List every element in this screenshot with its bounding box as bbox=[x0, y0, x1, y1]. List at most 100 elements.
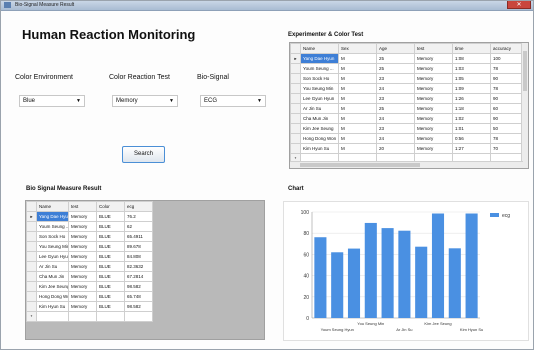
row-header[interactable]: * bbox=[26, 311, 37, 322]
table-row[interactable]: Hong Dong Won M 24 Memory 0:56 78 bbox=[290, 133, 524, 144]
close-button[interactable]: ✕ bbox=[507, 1, 531, 9]
table-cell[interactable]: Memory bbox=[68, 221, 97, 232]
table-cell[interactable]: Yang Dae Hyun bbox=[36, 211, 69, 222]
table-row[interactable]: Kim Hyun Su M 20 Memory 1:27 70 bbox=[290, 143, 524, 154]
table-cell[interactable]: Kim Hyun Su bbox=[300, 143, 339, 154]
table-cell[interactable]: M bbox=[338, 123, 377, 134]
experimenter-grid[interactable]: Name Sex Age test time accuracy ▸ Yang Dae Hyu… bbox=[289, 42, 529, 169]
table-cell[interactable]: BLUE bbox=[96, 231, 125, 242]
table-cell[interactable]: Youm Seung ... bbox=[300, 63, 339, 74]
row-header[interactable] bbox=[26, 241, 37, 252]
table-row[interactable]: Cha Mun Jin M 24 Memory 1:02 90 bbox=[290, 113, 524, 124]
table-cell[interactable]: Memory bbox=[414, 63, 453, 74]
table-cell[interactable]: 60 bbox=[490, 103, 524, 114]
column-header[interactable]: Sex bbox=[338, 43, 377, 54]
table-cell[interactable]: You Seung Min bbox=[36, 241, 69, 252]
table-cell[interactable]: 1:27 bbox=[452, 143, 491, 154]
table-cell[interactable]: 25 bbox=[376, 53, 415, 64]
table-cell[interactable]: Memory bbox=[68, 261, 97, 272]
table-cell[interactable]: Memory bbox=[68, 271, 97, 282]
row-header[interactable] bbox=[290, 143, 301, 154]
table-cell[interactable]: 23 bbox=[376, 93, 415, 104]
table-cell[interactable]: M bbox=[338, 83, 377, 94]
column-header[interactable]: Color bbox=[96, 201, 125, 212]
table-cell[interactable]: Kim Hyun Su bbox=[36, 301, 69, 312]
table-cell[interactable]: Memory bbox=[414, 133, 453, 144]
table-cell[interactable]: 23 bbox=[376, 123, 415, 134]
table-cell[interactable] bbox=[124, 311, 153, 322]
table-cell[interactable]: 0:56 bbox=[452, 133, 491, 144]
table-cell[interactable]: M bbox=[338, 103, 377, 114]
table-cell[interactable] bbox=[68, 311, 97, 322]
table-cell[interactable]: 70 bbox=[490, 143, 524, 154]
table-cell[interactable]: Memory bbox=[414, 123, 453, 134]
row-header[interactable] bbox=[26, 281, 37, 292]
column-header[interactable]: time bbox=[452, 43, 491, 54]
table-cell[interactable]: BLUE bbox=[96, 271, 125, 282]
row-header[interactable] bbox=[290, 73, 301, 84]
table-cell[interactable]: Memory bbox=[68, 251, 97, 262]
column-header[interactable]: Name bbox=[36, 201, 69, 212]
table-row[interactable]: You Seung Min Memory BLUE 89.678 bbox=[26, 241, 153, 252]
table-cell[interactable]: Memory bbox=[414, 83, 453, 94]
table-cell[interactable] bbox=[96, 311, 125, 322]
table-cell[interactable]: 1:09 bbox=[452, 83, 491, 94]
table-row[interactable]: Youm Seung ... M 25 Memory 1:03 78 bbox=[290, 63, 524, 74]
table-cell[interactable]: Yang Dae Hyun bbox=[300, 53, 339, 64]
table-cell[interactable]: BLUE bbox=[96, 261, 125, 272]
table-row[interactable]: Hong Dong WonMemoryBLUE65.748 bbox=[26, 291, 153, 302]
table-cell[interactable]: 24 bbox=[376, 83, 415, 94]
row-header[interactable] bbox=[26, 261, 37, 272]
table-cell[interactable]: M bbox=[338, 93, 377, 104]
table-row[interactable]: Ar Jin Su Memory BLUE 82.3632 bbox=[26, 261, 153, 272]
table-cell[interactable]: 1:08 bbox=[452, 53, 491, 64]
search-button[interactable]: Search bbox=[122, 146, 165, 163]
table-cell[interactable]: You Seung Min bbox=[300, 83, 339, 94]
column-header[interactable]: accuracy bbox=[490, 43, 524, 54]
table-cell[interactable]: 65.748 bbox=[124, 291, 153, 302]
table-cell[interactable]: BLUE bbox=[96, 281, 125, 292]
table-cell[interactable]: 98.582 bbox=[124, 281, 153, 292]
experimenter-horizontal-scrollbar[interactable] bbox=[290, 161, 523, 168]
table-cell[interactable]: BLUE bbox=[96, 291, 125, 302]
table-cell[interactable]: 20 bbox=[376, 143, 415, 154]
table-cell[interactable]: M bbox=[338, 53, 377, 64]
table-cell[interactable]: 78 bbox=[490, 133, 524, 144]
color-environment-select[interactable]: Blue ▼ bbox=[19, 95, 85, 107]
table-row[interactable]: Kim Hyun Su Memory BLUE 98.582 bbox=[26, 301, 153, 312]
column-header[interactable]: test bbox=[414, 43, 453, 54]
table-cell[interactable]: Memory bbox=[68, 241, 97, 252]
table-row[interactable]: You Seung Min M 24 Memory 1:09 78 bbox=[290, 83, 524, 94]
table-cell[interactable]: Lee Gyun Hyun bbox=[36, 251, 69, 262]
table-cell[interactable]: Memory bbox=[68, 211, 97, 222]
table-cell[interactable]: 65.4911 bbox=[124, 231, 153, 242]
row-header[interactable] bbox=[26, 271, 37, 282]
table-cell[interactable]: 67.2814 bbox=[124, 271, 153, 282]
row-header[interactable]: ▸ bbox=[26, 211, 37, 222]
table-cell[interactable]: BLUE bbox=[96, 251, 125, 262]
table-cell[interactable]: 23 bbox=[376, 73, 415, 84]
row-header[interactable] bbox=[26, 291, 37, 302]
table-cell[interactable]: Son Sock Ho bbox=[36, 231, 69, 242]
table-cell[interactable]: 24 bbox=[376, 133, 415, 144]
row-header[interactable] bbox=[290, 133, 301, 144]
table-row[interactable]: Kim Jee Seung Memory BLUE 98.582 bbox=[26, 281, 153, 292]
table-cell[interactable]: Lee Gyun Hyun bbox=[300, 93, 339, 104]
table-cell[interactable]: M bbox=[338, 133, 377, 144]
table-cell[interactable]: 1:02 bbox=[452, 113, 491, 124]
column-header[interactable]: test bbox=[68, 201, 97, 212]
row-header[interactable] bbox=[26, 221, 37, 232]
table-cell[interactable]: 78 bbox=[490, 83, 524, 94]
table-cell[interactable]: 84.808 bbox=[124, 251, 153, 262]
table-cell[interactable]: Ar Jin Su bbox=[36, 261, 69, 272]
table-row[interactable]: Youm Seung ... Memory BLUE 62 bbox=[26, 221, 153, 232]
table-cell[interactable]: Cha Mun Jin bbox=[36, 271, 69, 282]
table-row[interactable]: * bbox=[26, 311, 153, 322]
table-cell[interactable]: 1:26 bbox=[452, 93, 491, 104]
table-row[interactable]: Lee Gyun Hyun M 23 Memory 1:26 90 bbox=[290, 93, 524, 104]
table-cell[interactable]: 90 bbox=[490, 73, 524, 84]
table-cell[interactable]: 1:05 bbox=[452, 73, 491, 84]
table-cell[interactable]: 90 bbox=[490, 113, 524, 124]
scroll-thumb[interactable] bbox=[300, 163, 420, 167]
row-header[interactable] bbox=[290, 63, 301, 74]
